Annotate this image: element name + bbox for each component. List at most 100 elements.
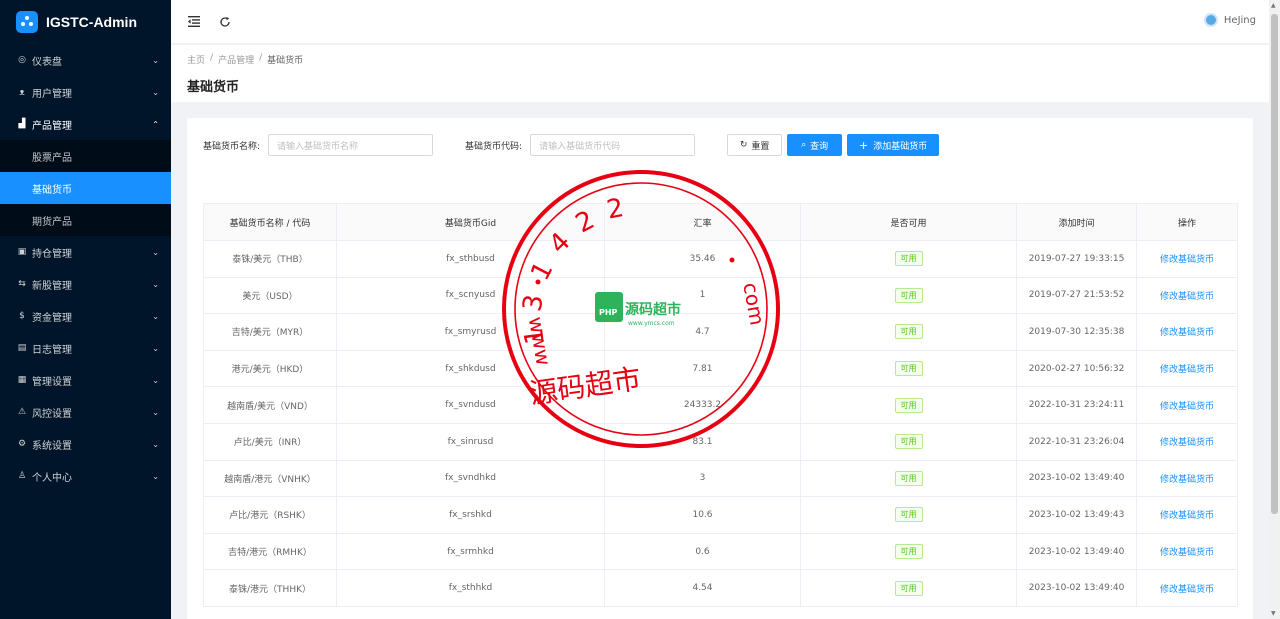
breadcrumb: 主页 / 产品管理 / 基础货币 <box>187 53 304 66</box>
cell-gid: fx_svndusd <box>336 386 605 424</box>
user-menu[interactable]: HeJing <box>1203 13 1256 27</box>
edit-currency-link[interactable]: 修改基础货币 <box>1160 328 1214 338</box>
cell-time: 2019-07-27 21:53:52 <box>1016 276 1137 315</box>
table-row: 卢比/美元（INR） fx_sinrusd 83.1 可用 2022-10-31 23:… <box>203 422 1238 461</box>
user-name: HeJing <box>1223 14 1256 26</box>
search-button[interactable]: ⌕ 查询 <box>787 134 843 156</box>
sidebar-item-label: 用户管理 <box>32 88 72 100</box>
add-currency-button[interactable]: + 添加基础货币 <box>847 134 940 156</box>
cell-name: 美元（USD） <box>203 276 337 315</box>
reset-icon: ↻ <box>739 140 748 150</box>
submenu-item-0[interactable]: 股票产品 <box>0 140 171 172</box>
table-row: 越南盾/港元（VNHK） fx_svndhkd 3 可用 2023-10-02 13:4… <box>203 459 1238 498</box>
status-badge: 可用 <box>894 580 923 596</box>
logo[interactable]: IGSTC-Admin <box>0 0 171 44</box>
cell-gid: fx_sthbusd <box>336 240 605 278</box>
sidebar-item-5[interactable]: $ 资金管理 ⌄ <box>0 300 171 332</box>
cell-time: 2023-10-02 13:49:40 <box>1016 569 1137 607</box>
table-row: 美元（USD） fx_scnyusd 1 可用 2019-07-27 21:53:52 修… <box>203 276 1238 315</box>
page-scrollbar[interactable]: ▲ ▼ <box>1269 0 1280 619</box>
cell-time: 2023-10-02 13:49:40 <box>1016 459 1137 498</box>
cell-action: 修改基础货币 <box>1136 459 1238 498</box>
sidebar-item-0[interactable]: ◎ 仪表盘 ⌄ <box>0 44 171 76</box>
breadcrumb-home[interactable]: 主页 <box>187 53 205 66</box>
cell-time: 2022-10-31 23:26:04 <box>1016 422 1137 461</box>
cell-rate: 3 <box>604 459 801 498</box>
table-row: 卢比/港元（RSHK） fx_srshkd 10.6 可用 2023-10-02 13:… <box>203 496 1238 534</box>
submenu-products: 股票产品 基础货币 期货产品 <box>0 140 171 236</box>
sidebar-item-8[interactable]: ⚠ 风控设置 ⌄ <box>0 396 171 428</box>
currency-table: 基础货币名称 / 代码 基础货币Gid 汇率 是否可用 添加时间 操作 泰铢/美… <box>203 203 1238 607</box>
status-badge: 可用 <box>894 361 923 377</box>
sidebar-item-3[interactable]: ▣ 持仓管理 ⌄ <box>0 236 171 268</box>
risk-warning-icon: ⚠ <box>17 407 27 417</box>
code-filter-input[interactable]: 请输入基础货币代码 <box>530 134 696 156</box>
logo-icon <box>16 11 38 33</box>
name-filter-label: 基础货币名称: <box>203 141 261 152</box>
chevron-down-icon: ⌄ <box>152 279 159 289</box>
cell-action: 修改基础货币 <box>1136 532 1238 571</box>
cell-gid: fx_shkdusd <box>336 349 605 388</box>
edit-currency-link[interactable]: 修改基础货币 <box>1160 292 1214 302</box>
status-badge: 可用 <box>894 434 923 450</box>
sidebar-item-2[interactable]: ▟ 产品管理 ⌃ <box>0 108 171 140</box>
scroll-thumb[interactable] <box>1271 14 1278 514</box>
col-gid-header: 基础货币Gid <box>336 203 605 241</box>
sidebar-item-label: 持仓管理 <box>32 248 72 260</box>
code-filter-label: 基础货币代码: <box>465 141 523 152</box>
sidebar-item-label: 系统设置 <box>32 440 72 452</box>
table-row: 港元/美元（HKD） fx_shkdusd 7.81 可用 2020-02-27 10:… <box>203 349 1238 388</box>
chevron-down-icon: ⌄ <box>152 55 159 65</box>
top-bar: HeJing <box>171 0 1269 44</box>
refresh-icon[interactable] <box>217 14 233 30</box>
sidebar-item-9[interactable]: ⚙ 系统设置 ⌄ <box>0 428 171 460</box>
edit-currency-link[interactable]: 修改基础货币 <box>1160 585 1214 595</box>
edit-currency-link[interactable]: 修改基础货币 <box>1160 511 1214 521</box>
col-action-header: 操作 <box>1136 203 1238 241</box>
cell-status: 可用 <box>800 313 1017 351</box>
reset-button[interactable]: ↻ 重置 <box>727 134 783 156</box>
status-badge: 可用 <box>894 544 923 560</box>
cell-status: 可用 <box>800 496 1017 534</box>
chart-icon: ▟ <box>18 119 26 129</box>
submenu-item-2[interactable]: 期货产品 <box>0 204 171 236</box>
chevron-down-icon: ⌄ <box>152 343 159 353</box>
edit-currency-link[interactable]: 修改基础货币 <box>1160 402 1214 412</box>
app-title: IGSTC-Admin <box>46 14 137 30</box>
avatar <box>1203 13 1218 27</box>
sidebar-item-4[interactable]: ⇆ 新股管理 ⌄ <box>0 268 171 300</box>
chevron-down-icon: ⌄ <box>152 311 159 321</box>
table-row: 吉特/港元（RMHK） fx_srmhkd 0.6 可用 2023-10-02 13:4… <box>203 532 1238 571</box>
name-filter-input[interactable]: 请输入基础货币名称 <box>268 134 434 156</box>
edit-currency-link[interactable]: 修改基础货币 <box>1160 365 1214 375</box>
col-status-header: 是否可用 <box>800 203 1017 241</box>
scroll-down-icon[interactable]: ▼ <box>1271 610 1276 617</box>
cell-rate: 7.81 <box>604 349 801 388</box>
cell-time: 2019-07-27 19:33:15 <box>1016 240 1137 278</box>
cell-status: 可用 <box>800 569 1017 607</box>
col-rate-header: 汇率 <box>604 203 801 241</box>
scroll-up-icon[interactable]: ▲ <box>1271 2 1276 9</box>
cell-rate: 10.6 <box>604 496 801 534</box>
sidebar-item-10[interactable]: ♙ 个人中心 ⌄ <box>0 460 171 492</box>
cell-rate: 35.46 <box>604 240 801 278</box>
edit-currency-link[interactable]: 修改基础货币 <box>1160 438 1214 448</box>
cell-name: 泰铢/美元（THB） <box>203 240 337 278</box>
cell-gid: fx_srmhkd <box>336 532 605 571</box>
cell-action: 修改基础货币 <box>1136 349 1238 388</box>
sidebar-item-1[interactable]: ᴥ 用户管理 ⌄ <box>0 76 171 108</box>
sidebar-item-7[interactable]: ▦ 管理设置 ⌄ <box>0 364 171 396</box>
edit-currency-link[interactable]: 修改基础货币 <box>1160 548 1214 558</box>
sidebar-item-6[interactable]: ▤ 日志管理 ⌄ <box>0 332 171 364</box>
cell-status: 可用 <box>800 386 1017 424</box>
menu-fold-icon[interactable] <box>186 14 202 30</box>
cell-status: 可用 <box>800 276 1017 315</box>
status-badge: 可用 <box>894 470 923 486</box>
cell-time: 2019-07-30 12:35:38 <box>1016 313 1137 351</box>
money-icon: $ <box>19 311 25 321</box>
edit-currency-link[interactable]: 修改基础货币 <box>1160 255 1214 265</box>
submenu-item-1[interactable]: 基础货币 <box>0 172 171 204</box>
cell-status: 可用 <box>800 422 1017 461</box>
edit-currency-link[interactable]: 修改基础货币 <box>1160 475 1214 485</box>
breadcrumb-parent[interactable]: 产品管理 <box>218 53 254 66</box>
